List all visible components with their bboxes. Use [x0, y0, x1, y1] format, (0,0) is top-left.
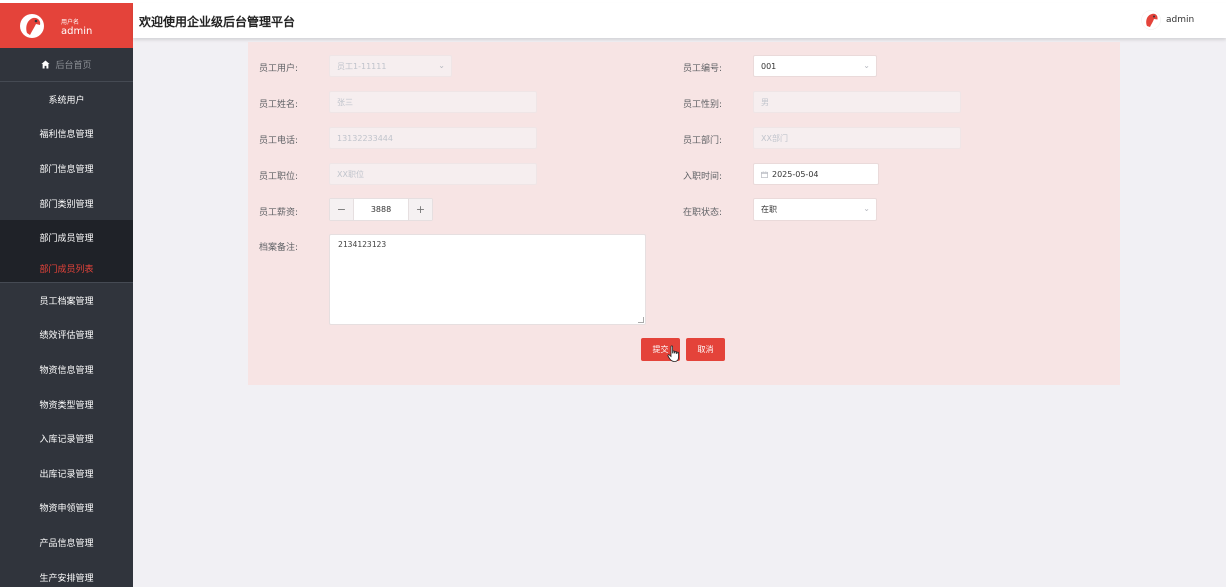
- top-header: 欢迎使用企业级后台管理平台 admin: [133, 3, 1226, 38]
- employee-no-label: 员工编号:: [683, 64, 723, 74]
- sidebar-subitem-member-list[interactable]: 部门成员列表: [0, 254, 133, 283]
- name-label: 员工姓名:: [259, 100, 299, 110]
- sidebar-item-material-type[interactable]: 物资类型管理: [0, 387, 133, 422]
- brand-username: admin: [61, 26, 93, 37]
- hand-cursor-icon: [667, 345, 679, 362]
- sidebar-item-label: 部门成员管理: [39, 234, 94, 245]
- sidebar-item-performance[interactable]: 绩效评估管理: [0, 318, 133, 353]
- position-label: 员工职位:: [259, 172, 299, 182]
- salary-label: 员工薪资:: [259, 208, 299, 218]
- sidebar-item-label: 入库记录管理: [39, 435, 94, 446]
- gender-field: 男: [753, 91, 961, 113]
- brand-block: 用户名 admin: [0, 3, 133, 48]
- sidebar-item-label: 物资信息管理: [39, 365, 94, 376]
- decrement-button[interactable]: −: [330, 199, 354, 220]
- employee-no-select[interactable]: 001 ⌄: [753, 55, 877, 77]
- chevron-down-icon: ⌄: [863, 204, 870, 213]
- sidebar-item-label: 出库记录管理: [39, 469, 94, 480]
- phone-field: 13132233444: [329, 127, 537, 149]
- remarks-value: 2134123123: [338, 240, 387, 249]
- status-value: 在职: [761, 205, 777, 214]
- resize-handle-icon[interactable]: [638, 317, 644, 323]
- parrot-logo-icon: [20, 14, 44, 38]
- sidebar-item-label: 系统用户: [48, 95, 85, 106]
- page-title: 欢迎使用企业级后台管理平台: [139, 15, 296, 29]
- sidebar-item-dept-category[interactable]: 部门类别管理: [0, 186, 133, 221]
- sidebar-item-dept-members[interactable]: 部门成员管理: [0, 220, 133, 255]
- sidebar-item-welfare[interactable]: 福利信息管理: [0, 117, 133, 152]
- sidebar-item-label: 产品信息管理: [39, 538, 94, 549]
- sidebar: 用户名 admin 后台首页 系统用户 福利信息管理 部门信息管理 部门类别管理…: [0, 3, 133, 587]
- sidebar-subitem-label: 部门成员列表: [39, 264, 94, 275]
- sidebar-item-home[interactable]: 后台首页: [0, 48, 133, 82]
- sidebar-item-label: 后台首页: [55, 61, 92, 71]
- avatar[interactable]: [1141, 10, 1161, 30]
- hire-date-label: 入职时间:: [683, 172, 723, 182]
- sidebar-item-product-info[interactable]: 产品信息管理: [0, 525, 133, 560]
- employee-form: 员工用户: 员工1-11111 ⌄ 员工编号: 001 ⌄ 员工姓名: 张三 员…: [248, 42, 1120, 385]
- brand-username-label: 用户名: [61, 19, 80, 26]
- name-field: 张三: [329, 91, 537, 113]
- sidebar-item-material-info[interactable]: 物资信息管理: [0, 352, 133, 387]
- sidebar-item-production[interactable]: 生产安排管理: [0, 560, 133, 587]
- dept-value: XX部门: [761, 133, 788, 143]
- employee-user-select: 员工1-11111 ⌄: [329, 55, 452, 77]
- status-select[interactable]: 在职 ⌄: [753, 198, 877, 221]
- hire-date-picker[interactable]: 2025-05-04: [753, 163, 879, 185]
- sidebar-item-label: 部门信息管理: [39, 164, 94, 175]
- sidebar-item-employee-files[interactable]: 员工档案管理: [0, 283, 133, 318]
- position-value: XX职位: [337, 169, 364, 179]
- sidebar-item-label: 物资类型管理: [39, 400, 94, 411]
- sidebar-item-inbound[interactable]: 入库记录管理: [0, 421, 133, 456]
- dept-label: 员工部门:: [683, 136, 723, 146]
- dept-field: XX部门: [753, 127, 961, 149]
- increment-button[interactable]: +: [408, 199, 432, 220]
- gender-value: 男: [761, 97, 769, 107]
- remarks-textarea[interactable]: 2134123123: [329, 234, 646, 325]
- phone-label: 员工电话:: [259, 136, 299, 146]
- sidebar-item-label: 绩效评估管理: [39, 331, 94, 342]
- calendar-icon: [761, 170, 768, 178]
- phone-value: 13132233444: [337, 133, 393, 143]
- status-label: 在职状态:: [683, 208, 723, 218]
- employee-no-value: 001: [761, 61, 777, 71]
- hire-date-value: 2025-05-04: [772, 169, 819, 179]
- sidebar-item-label: 部门类别管理: [39, 199, 94, 210]
- sidebar-item-system-users[interactable]: 系统用户: [0, 82, 133, 117]
- sidebar-item-material-request[interactable]: 物资申领管理: [0, 491, 133, 526]
- chevron-down-icon: ⌄: [438, 61, 445, 70]
- position-field: XX职位: [329, 163, 537, 185]
- sidebar-item-label: 生产安排管理: [39, 573, 94, 584]
- sidebar-item-label: 福利信息管理: [39, 130, 94, 141]
- sidebar-item-outbound[interactable]: 出库记录管理: [0, 456, 133, 491]
- header-username[interactable]: admin: [1166, 15, 1194, 25]
- salary-stepper: − 3888 +: [329, 198, 433, 221]
- sidebar-item-label: 物资申领管理: [39, 504, 94, 515]
- name-value: 张三: [337, 97, 353, 107]
- sidebar-item-dept-info[interactable]: 部门信息管理: [0, 151, 133, 186]
- employee-user-value: 员工1-11111: [337, 61, 387, 71]
- home-icon: [41, 60, 51, 69]
- employee-user-label: 员工用户:: [259, 64, 299, 74]
- sidebar-item-label: 员工档案管理: [39, 296, 94, 307]
- salary-input[interactable]: 3888: [354, 199, 408, 220]
- cancel-button[interactable]: 取消: [686, 338, 725, 361]
- chevron-down-icon: ⌄: [863, 61, 870, 70]
- remarks-label: 档案备注:: [259, 243, 299, 253]
- gender-label: 员工性别:: [683, 100, 723, 110]
